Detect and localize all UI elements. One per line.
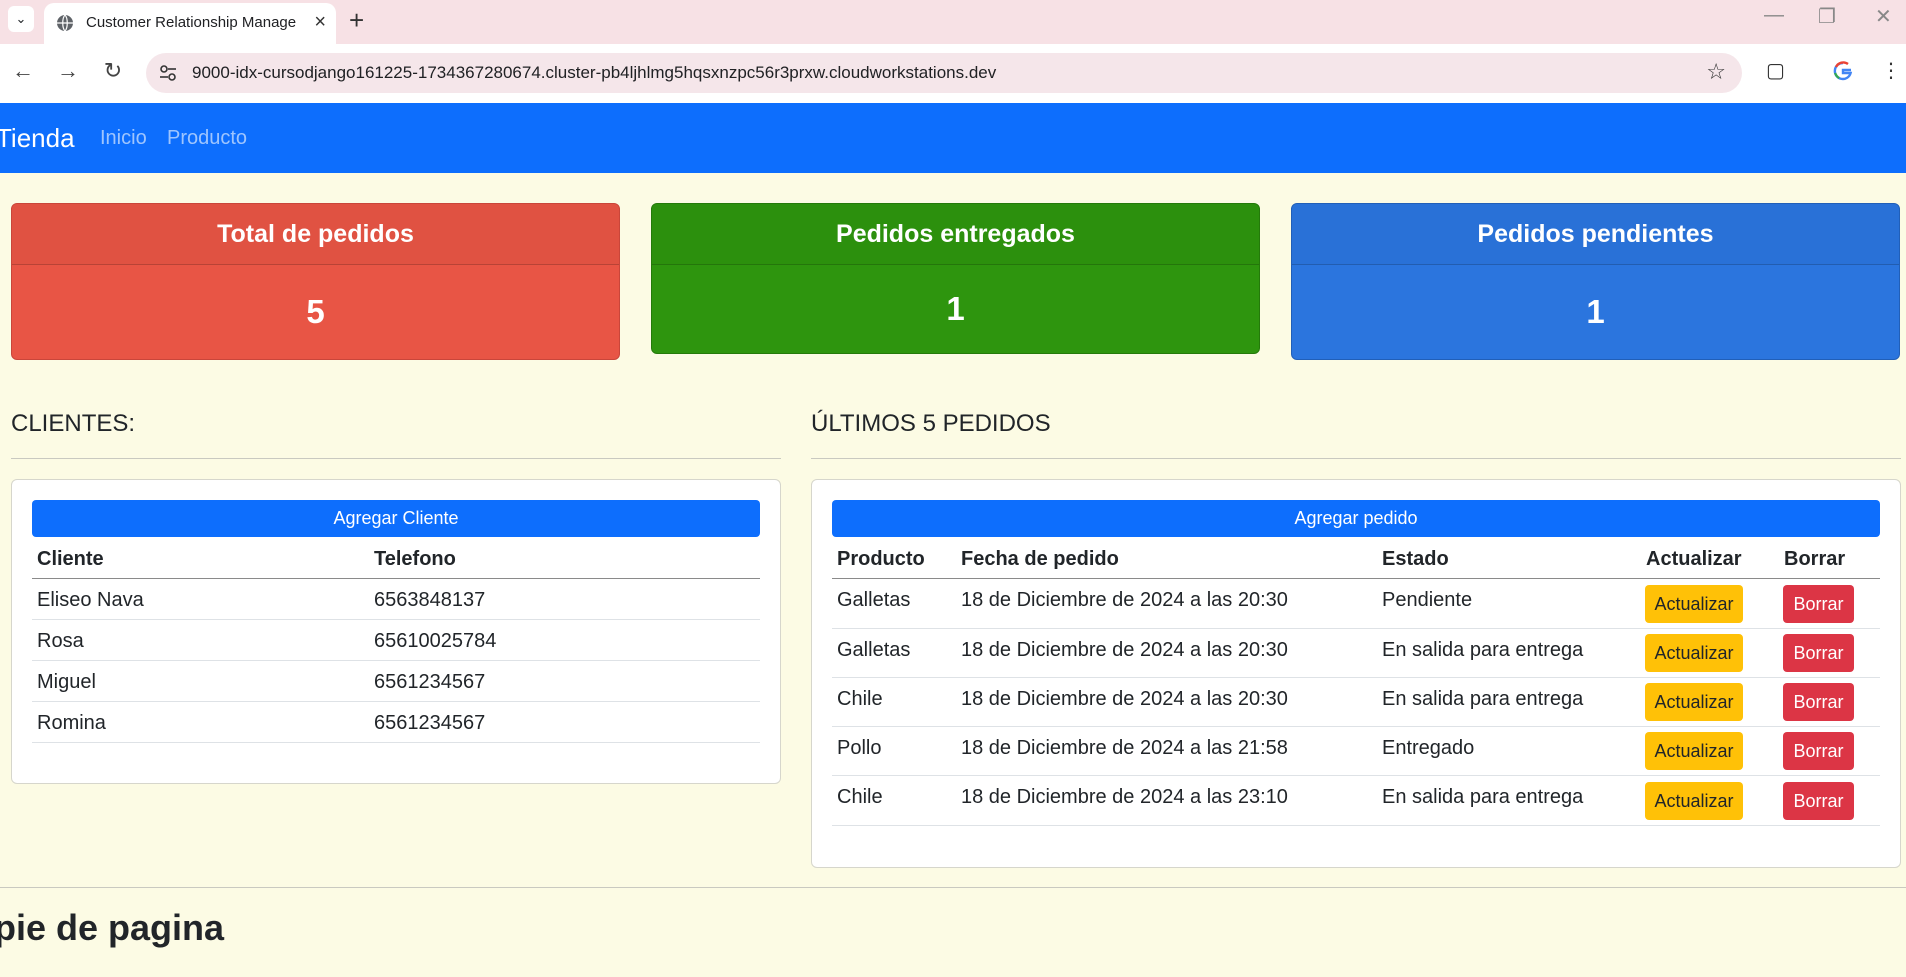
delete-pedido-button[interactable]: Borrar [1783,585,1854,623]
pedidos-header-fecha: Fecha de pedido [961,548,1119,570]
pedido-producto: Galletas [837,589,911,611]
row-divider [832,775,1880,776]
bookmark-star-icon[interactable]: ☆ [1706,59,1726,85]
address-bar[interactable]: 9000-idx-cursodjango161225-1734367280674… [146,53,1742,93]
nav-link-inicio[interactable]: Inicio [100,127,147,150]
minimize-icon[interactable]: — [1764,4,1784,27]
row-divider [32,742,760,743]
update-pedido-button[interactable]: Actualizar [1645,782,1743,820]
pedido-fecha: 18 de Diciembre de 2024 a las 23:10 [961,786,1288,808]
footer-divider [0,887,1906,888]
add-pedido-button[interactable]: Agregar pedido [832,500,1880,537]
stat-card-pending: Pedidos pendientes 1 [1291,203,1900,360]
update-pedido-button[interactable]: Actualizar [1645,683,1743,721]
cliente-name: Romina [37,712,106,734]
chevron-down-icon: ⌄ [15,11,27,26]
cliente-phone: 65610025784 [374,630,497,652]
clientes-header-cliente: Cliente [37,548,104,570]
delete-pedido-button[interactable]: Borrar [1783,683,1854,721]
cliente-phone: 6563848137 [374,589,486,611]
row-divider [832,628,1880,629]
update-pedido-button[interactable]: Actualizar [1645,732,1743,770]
pedido-estado: En salida para entrega [1382,639,1584,661]
clientes-divider [11,458,781,459]
table-header-divider [32,578,760,579]
globe-icon [57,14,73,32]
browser-toolbar: ← → ↻ 9000-idx-cursodjango161225-1734367… [0,44,1906,103]
stat-card-value: 1 [946,290,965,327]
delete-pedido-button[interactable]: Borrar [1783,732,1854,770]
pedido-producto: Pollo [837,737,882,759]
close-tab-icon[interactable]: × [314,11,326,34]
clientes-heading: CLIENTES: [11,410,136,437]
delete-pedido-button[interactable]: Borrar [1783,782,1854,820]
pedido-estado: En salida para entrega [1382,688,1584,710]
pedido-estado: Entregado [1382,737,1475,759]
pedidos-header-borrar: Borrar [1784,548,1846,570]
pedidos-header-estado: Estado [1382,548,1449,570]
row-divider [832,825,1880,826]
pedidos-divider [811,458,1901,459]
cliente-name: Eliseo Nava [37,589,144,611]
pedido-producto: Galletas [837,639,911,661]
forward-icon[interactable]: → [54,58,82,84]
update-pedido-button[interactable]: Actualizar [1645,634,1743,672]
cliente-phone: 6561234567 [374,671,486,693]
cliente-phone: 6561234567 [374,712,486,734]
footer-text: pie de pagina [0,907,225,948]
pedido-producto: Chile [837,786,883,808]
stat-card-value: 1 [1586,293,1605,330]
update-pedido-button[interactable]: Actualizar [1645,585,1743,623]
google-suite-icon[interactable] [1832,60,1854,82]
site-settings-icon[interactable] [158,63,178,83]
stat-card-title: Pedidos pendientes [1292,204,1899,265]
row-divider [32,701,760,702]
menu-icon[interactable]: ⋮ [1881,58,1901,83]
pedidos-header-actualizar: Actualizar [1646,548,1742,570]
add-cliente-button[interactable]: Agregar Cliente [32,500,760,537]
pedido-fecha: 18 de Diciembre de 2024 a las 20:30 [961,688,1288,710]
browser-tab[interactable]: Customer Relationship Manage × [44,3,336,44]
pedidos-header-producto: Producto [837,548,925,570]
cliente-name: Rosa [37,630,84,652]
reload-icon[interactable]: ↻ [99,58,127,84]
stat-card-title: Pedidos entregados [652,204,1259,265]
nav-link-producto[interactable]: Producto [167,127,247,150]
row-divider [32,619,760,620]
url-text: 9000-idx-cursodjango161225-1734367280674… [192,63,997,82]
tab-title: Customer Relationship Manage [86,14,297,31]
pedido-fecha: 18 de Diciembre de 2024 a las 21:58 [961,737,1288,759]
browser-tab-strip: ⌄ Customer Relationship Manage × + — ❐ ✕ [0,0,1906,44]
stat-card-title: Total de pedidos [12,204,619,265]
new-tab-icon[interactable]: + [349,5,364,36]
pedido-estado: En salida para entrega [1382,786,1584,808]
stat-card-total: Total de pedidos 5 [11,203,620,360]
back-icon[interactable]: ← [9,58,37,84]
row-divider [832,677,1880,678]
app-navbar: Tienda Inicio Producto [0,103,1906,173]
stat-card-delivered: Pedidos entregados 1 [651,203,1260,354]
row-divider [32,660,760,661]
row-divider [832,726,1880,727]
table-header-divider [832,578,1880,579]
extensions-icon[interactable]: ▢ [1766,58,1785,83]
navbar-brand[interactable]: Tienda [0,123,75,154]
pedidos-heading: ÚLTIMOS 5 PEDIDOS [811,410,1051,437]
tab-search-button[interactable]: ⌄ [8,6,34,32]
cliente-name: Miguel [37,671,96,693]
pedido-producto: Chile [837,688,883,710]
pedido-estado: Pendiente [1382,589,1473,611]
restore-icon[interactable]: ❐ [1818,4,1836,29]
pedido-fecha: 18 de Diciembre de 2024 a las 20:30 [961,639,1288,661]
stat-card-value: 5 [306,293,325,330]
clientes-header-telefono: Telefono [374,548,456,570]
delete-pedido-button[interactable]: Borrar [1783,634,1854,672]
window-close-icon[interactable]: ✕ [1875,4,1892,29]
pedido-fecha: 18 de Diciembre de 2024 a las 20:30 [961,589,1288,611]
